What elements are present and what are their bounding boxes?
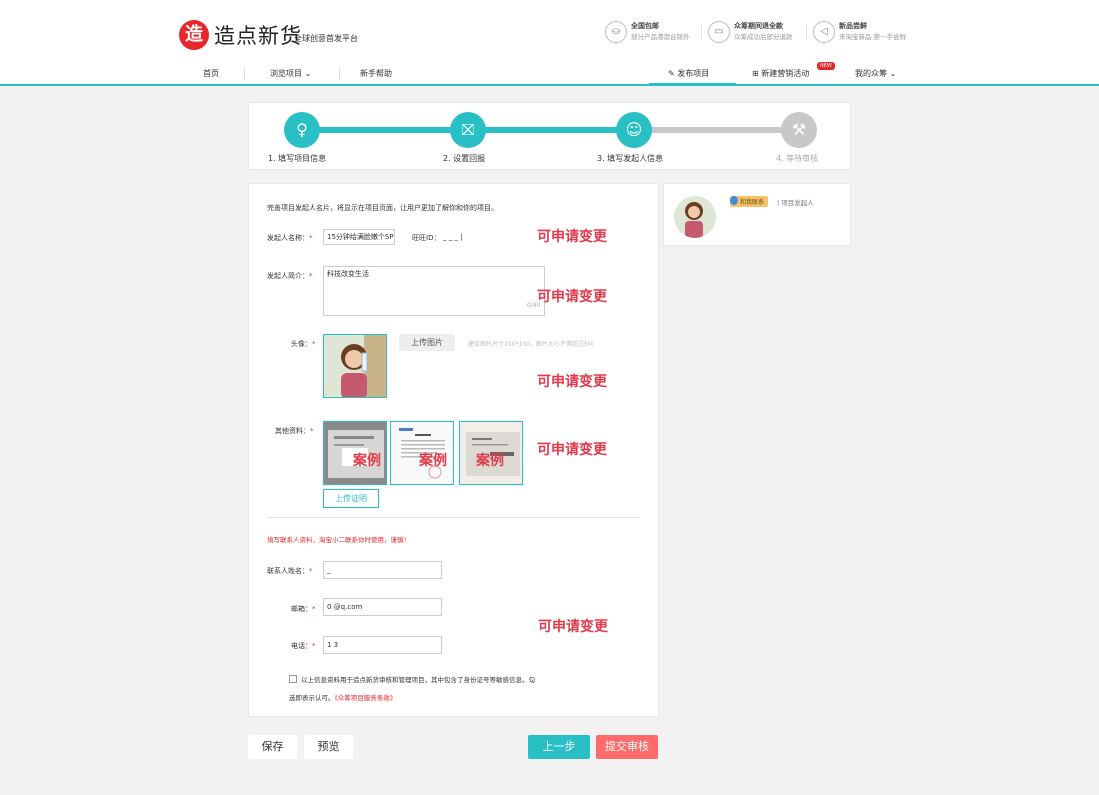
proof-image-3[interactable]: 案例 <box>459 421 523 485</box>
progress-steps: ♀ ⛝ ☺ ⚒ 1. 填写项目信息 2. 设置回报 3. 填写发起人信息 4. … <box>248 102 851 170</box>
upload-proof-button[interactable]: 上传证明 <box>323 489 379 508</box>
gift-icon: ⛝ <box>450 112 486 148</box>
edit-icon: ✎ <box>668 69 678 78</box>
service-terms-link[interactable]: 《众筹项目服务条款》 <box>335 694 397 702</box>
sponsor-card: 和我联系 | 项目发起人 <box>663 183 851 246</box>
step-label-2: 2. 设置回报 <box>443 154 486 163</box>
top-header: 造 造点新货 全球创意首发平台 ⛀ 全国包邮 部分产品港澳台除外 ▭ 众筹期间退… <box>0 0 1099 86</box>
submit-review-button[interactable]: 提交审核 <box>596 735 658 759</box>
change-note: 可申请变更 <box>537 374 607 390</box>
nav-my-label: 我的众筹 <box>855 69 887 78</box>
nav-campaign-label: 新建营销活动 <box>761 69 810 78</box>
contact-name-input[interactable]: _ <box>323 561 442 579</box>
feature-title: 新品尝鲜 <box>839 22 867 30</box>
gift-box-icon: ⊞ <box>752 69 762 78</box>
nav-publish[interactable]: ✎ 发布项目 <box>668 68 709 79</box>
agree-checkbox[interactable] <box>289 675 297 683</box>
sponsor-name-label: 发起人名称：* <box>267 234 313 242</box>
step-label-1: 1. 填写项目信息 <box>268 154 327 163</box>
chevron-down-icon: ⌄ <box>887 69 897 78</box>
new-badge: NEW <box>817 62 835 70</box>
feature-subtitle: 部分产品港澳台除外 <box>631 33 690 41</box>
avatar-image[interactable] <box>323 334 387 398</box>
change-note: 可申请变更 <box>537 229 607 245</box>
phone-field[interactable]: 1 3 <box>323 636 442 654</box>
form-intro: 完善项目发起人名片，将显示在项目页面，让用户更加了解你和你的项目。 <box>267 204 498 212</box>
gift-icon: ⛀ <box>605 21 627 43</box>
logo-text[interactable]: 造点新货 <box>214 20 302 50</box>
step-label-4: 4. 等待审核 <box>776 154 819 163</box>
contact-note: 填写联系人资料，淘宝小二联系你时使用，谨慎！ <box>267 536 410 544</box>
other-materials-label: 其他资料：* <box>275 427 314 435</box>
logo-icon[interactable]: 造 <box>179 20 209 50</box>
example-label: 案例 <box>419 453 447 469</box>
wangwang-value: _ _ _ | <box>443 233 463 241</box>
example-label: 案例 <box>476 453 504 469</box>
divider <box>267 517 640 518</box>
contact-name-label: 联系人姓名：* <box>267 567 313 575</box>
feature-subtitle: 众筹成功后部分退款 <box>734 33 793 41</box>
nav-active-indicator <box>649 83 736 86</box>
prev-step-button[interactable]: 上一步 <box>528 735 590 759</box>
change-note: 可申请变更 <box>538 619 608 635</box>
email-label: 邮箱：* <box>291 605 316 613</box>
nav-help[interactable]: 新手帮助 <box>360 68 392 79</box>
proof-image-2[interactable]: 案例 <box>390 421 454 485</box>
logo-tagline: 全球创意首发平台 <box>294 34 358 43</box>
feature-title: 全国包邮 <box>631 22 659 30</box>
sponsor-role: | 项目发起人 <box>777 199 814 207</box>
agree-text-2: 选即表示认可。《众筹项目服务条款》 <box>289 694 397 702</box>
proof-image-1[interactable]: 案例 <box>323 421 387 485</box>
nav-browse-label: 浏览项目 <box>270 69 302 78</box>
avatar <box>674 196 716 238</box>
feature-title: 众筹期间退全款 <box>734 22 783 30</box>
gavel-icon: ⚒ <box>781 112 817 148</box>
step-label-3: 3. 填写发起人信息 <box>597 154 664 163</box>
nav-my[interactable]: 我的众筹 ⌄ <box>855 68 896 79</box>
email-field[interactable]: 0 @q.com <box>323 598 442 616</box>
example-label: 案例 <box>353 453 381 469</box>
nav-publish-label: 发布项目 <box>677 69 710 78</box>
chat-icon <box>730 196 738 205</box>
nav-campaign[interactable]: ⊞ 新建营销活动 <box>752 68 809 79</box>
sponsor-name-input[interactable]: 15分钟给满脸嫩个SP <box>323 229 395 245</box>
upload-hint: 建议图片尺寸100*100，图片大小不得超过5M <box>468 341 593 348</box>
upload-image-button[interactable]: 上传图片 <box>399 334 455 351</box>
preview-button[interactable]: 预览 <box>304 735 353 759</box>
contact-tag-label: 和我联系 <box>740 199 765 206</box>
nav-home[interactable]: 首页 <box>203 68 219 79</box>
change-note: 可申请变更 <box>537 289 607 305</box>
phone-label: 电话：* <box>291 642 316 650</box>
sponsor-intro-label: 发起人简介：* <box>267 272 313 280</box>
person-icon: ☺ <box>616 112 652 148</box>
wangwang-label: 旺旺ID： <box>412 234 441 242</box>
agree-text: 以上信息资料用于造点新货审核和管理项目，其中包含了身份证号等敏感信息。勾 <box>301 676 535 684</box>
feature-subtitle: 来淘宝新品 第一手尝鲜 <box>839 33 907 41</box>
sponsor-form: 完善项目发起人名片，将显示在项目页面，让用户更加了解你和你的项目。 发起人名称：… <box>248 183 659 717</box>
sponsor-intro-textarea[interactable]: 科技改变生活 <box>323 266 545 316</box>
nav-browse[interactable]: 浏览项目 ⌄ <box>270 68 311 79</box>
change-note: 可申请变更 <box>537 442 607 458</box>
lightbulb-icon: ♀ <box>284 112 320 148</box>
contact-tag[interactable]: 和我联系 <box>730 196 769 207</box>
refund-icon: ▭ <box>708 21 730 43</box>
save-button[interactable]: 保存 <box>248 735 297 759</box>
speaker-icon: ◁ <box>813 21 835 43</box>
step-line-pending <box>635 127 791 133</box>
avatar-label: 头像：* <box>291 340 316 348</box>
chevron-down-icon: ⌄ <box>302 69 312 78</box>
